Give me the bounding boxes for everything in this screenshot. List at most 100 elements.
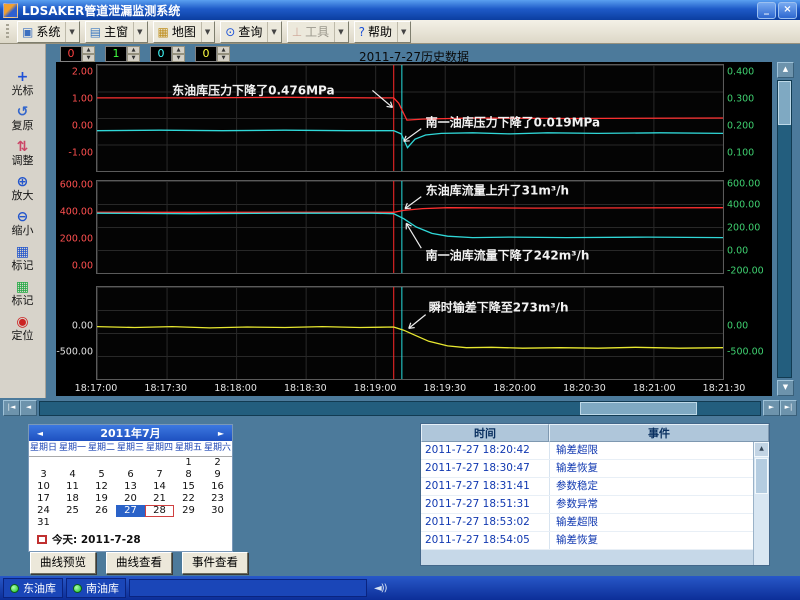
calendar-day[interactable]: 21: [145, 493, 174, 505]
calendar-day[interactable]: 28: [145, 505, 174, 517]
toolbar-button-main-window[interactable]: ▤主窗▼: [85, 21, 148, 43]
calendar-day[interactable]: 31: [29, 517, 58, 529]
calendar-day[interactable]: 10: [29, 481, 58, 493]
event-row[interactable]: 2011-7-27 18:51:31参数异常: [421, 496, 753, 514]
calendar-day[interactable]: 23: [203, 493, 232, 505]
spinner-up-icon[interactable]: ▲: [127, 46, 140, 54]
spinner-down-icon[interactable]: ▼: [172, 54, 185, 62]
calendar-day[interactable]: 9: [203, 469, 232, 481]
scroll-last-button[interactable]: ►|: [780, 400, 797, 416]
series-spinner-value[interactable]: 0: [60, 46, 82, 62]
sidebar-tool-mark-blue[interactable]: ▦标记: [12, 245, 34, 272]
event-row[interactable]: 2011-7-27 18:53:02输差超限: [421, 514, 753, 532]
spinner-down-icon[interactable]: ▼: [127, 54, 140, 62]
calendar-prev-icon[interactable]: ◄: [33, 429, 47, 438]
event-row[interactable]: 2011-7-27 18:31:41参数稳定: [421, 478, 753, 496]
scroll-prev-button[interactable]: ◄: [20, 400, 37, 416]
dropdown-arrow-icon: ▼: [267, 22, 279, 42]
calendar-day[interactable]: 16: [203, 481, 232, 493]
series-spinner-value[interactable]: 1: [105, 46, 127, 62]
calendar-day[interactable]: 12: [87, 481, 116, 493]
close-button[interactable]: ×: [778, 2, 797, 19]
spinner-up-icon[interactable]: ▲: [217, 46, 230, 54]
spinner-up-icon[interactable]: ▲: [82, 46, 95, 54]
toolbar-button-query[interactable]: ⊙查询▼: [220, 21, 281, 43]
difference-left-axis: 0.00-500.00: [56, 286, 96, 380]
calendar-day[interactable]: 8: [174, 469, 203, 481]
calendar-day[interactable]: 29: [174, 505, 203, 517]
difference-plot[interactable]: 瞬时输差下降至273m³/h: [96, 286, 724, 380]
scroll-next-button[interactable]: ►: [763, 400, 780, 416]
calendar-day[interactable]: 6: [116, 469, 145, 481]
sidebar-tool-label: 复原: [12, 119, 34, 132]
calendar-day[interactable]: 18: [58, 493, 87, 505]
sidebar-tool-restore[interactable]: ↺复原: [12, 105, 34, 132]
toolbar-button-label: 查询: [238, 23, 262, 40]
calendar-day[interactable]: 17: [29, 493, 58, 505]
calendar-day[interactable]: 19: [87, 493, 116, 505]
sidebar-tool-locate[interactable]: ◉定位: [12, 315, 34, 342]
window-title: LDSAKER管道泄漏监测系统: [22, 2, 180, 19]
event-row[interactable]: 2011-7-27 18:54:05输差恢复: [421, 532, 753, 550]
calendar-day[interactable]: 5: [87, 469, 116, 481]
event-row[interactable]: 2011-7-27 18:30:47输差恢复: [421, 460, 753, 478]
calendar-next-icon[interactable]: ►: [214, 429, 228, 438]
calendar-day[interactable]: 3: [29, 469, 58, 481]
sidebar-tool-mark-green[interactable]: ▦标记: [12, 280, 34, 307]
calendar-day[interactable]: 24: [29, 505, 58, 517]
calendar-day[interactable]: 25: [58, 505, 87, 517]
series-spinner-value[interactable]: 0: [195, 46, 217, 62]
calendar-day[interactable]: 1: [174, 457, 203, 469]
horizontal-scroll-thumb[interactable]: [580, 402, 697, 415]
series-spinner-3: 0▲▼: [195, 46, 230, 62]
minimize-button[interactable]: _: [757, 2, 776, 19]
sidebar-tool-zoom-out[interactable]: ⊖缩小: [12, 210, 34, 237]
event-view-button[interactable]: 事件查看: [182, 552, 248, 574]
scroll-down-icon[interactable]: ▼: [777, 380, 794, 396]
calendar-day[interactable]: 11: [58, 481, 87, 493]
calendar-day[interactable]: 27: [116, 505, 145, 517]
calendar-day[interactable]: 15: [174, 481, 203, 493]
calendar-day[interactable]: 7: [145, 469, 174, 481]
y-axis-label: -200.00: [727, 266, 764, 277]
calendar-day[interactable]: 22: [174, 493, 203, 505]
vertical-scroll-track[interactable]: [777, 80, 792, 378]
calendar-day[interactable]: 20: [116, 493, 145, 505]
calendar-day[interactable]: 14: [145, 481, 174, 493]
flow-plot[interactable]: 东油库流量上升了31m³/h南一油库流量下降了242m³/h: [96, 180, 724, 274]
dropdown-arrow-icon: ▼: [133, 22, 145, 42]
curve-preview-button[interactable]: 曲线预览: [30, 552, 96, 574]
time-axis-label: 18:17:30: [144, 383, 187, 394]
horizontal-scroll-track[interactable]: [39, 401, 761, 416]
event-row[interactable]: 2011-7-27 18:20:42输差超限: [421, 442, 753, 460]
toolbar-button-help[interactable]: ?帮助▼: [354, 21, 412, 43]
table-scroll-up-icon[interactable]: ▲: [754, 442, 769, 457]
calendar-day: [29, 457, 58, 469]
event-name-cell: 输差超限: [550, 514, 753, 531]
event-time-cell: 2011-7-27 18:51:31: [421, 496, 550, 513]
sidebar-tool-adjust[interactable]: ⇅调整: [12, 140, 34, 167]
statusbar-station-east-depot[interactable]: 东油库: [3, 578, 63, 598]
calendar-day[interactable]: 13: [116, 481, 145, 493]
series-spinner-value[interactable]: 0: [150, 46, 172, 62]
calendar-day[interactable]: 4: [58, 469, 87, 481]
calendar-day[interactable]: 30: [203, 505, 232, 517]
curve-view-button[interactable]: 曲线查看: [106, 552, 172, 574]
statusbar-station-south-depot[interactable]: 南油库: [66, 578, 126, 598]
spinner-up-icon[interactable]: ▲: [172, 46, 185, 54]
spinner-down-icon[interactable]: ▼: [82, 54, 95, 62]
calendar-day: [145, 517, 174, 529]
calendar-day[interactable]: 2: [203, 457, 232, 469]
pressure-plot[interactable]: 东油库压力下降了0.476MPa南一油库压力下降了0.019MPa: [96, 64, 724, 172]
sidebar-tool-zoom-in[interactable]: ⊕放大: [12, 175, 34, 202]
sidebar-tool-cursor[interactable]: +光标: [12, 70, 34, 97]
table-scroll-thumb[interactable]: [755, 458, 768, 494]
calendar-day[interactable]: 26: [87, 505, 116, 517]
spinner-down-icon[interactable]: ▼: [217, 54, 230, 62]
toolbar-button-system[interactable]: ▣系统▼: [17, 21, 80, 43]
vertical-scroll-thumb[interactable]: [778, 81, 791, 125]
scroll-up-icon[interactable]: ▲: [777, 62, 794, 78]
calendar-footer[interactable]: 今天: 2011-7-28: [29, 529, 232, 551]
scroll-first-button[interactable]: |◄: [3, 400, 20, 416]
toolbar-button-map[interactable]: ▦地图▼: [153, 21, 216, 43]
